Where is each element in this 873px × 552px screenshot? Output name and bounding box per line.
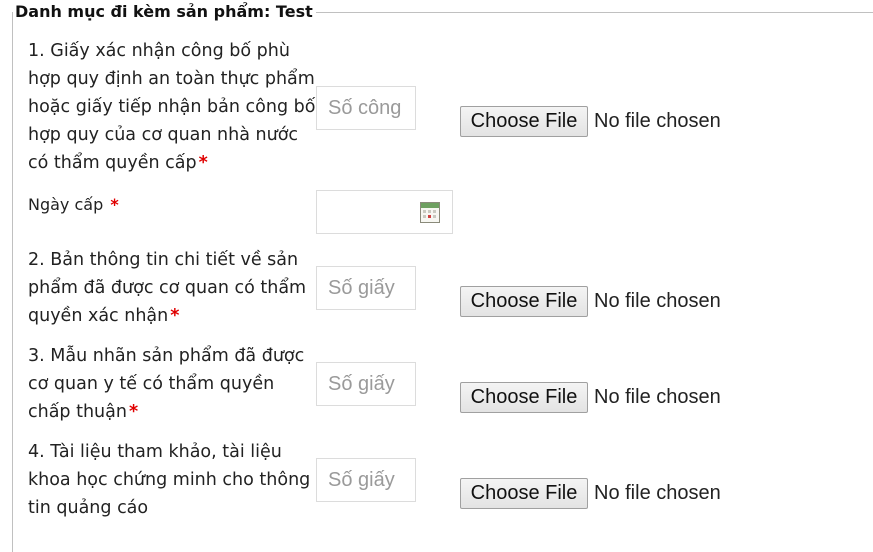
doc-3-label: 3. Mẫu nhãn sản phẩm đã được cơ quan y t… (28, 346, 305, 422)
required-marker: * (170, 306, 180, 326)
doc-3-number-input[interactable]: Số giấy (316, 362, 416, 406)
doc-4-choose-file-button[interactable]: Choose File (460, 478, 588, 509)
issue-date-label: Ngày cấp * (28, 195, 119, 214)
calendar-icon[interactable] (420, 202, 440, 223)
required-marker: * (128, 402, 139, 422)
doc-2-label: 2. Bản thông tin chi tiết về sản phẩm đã… (28, 250, 307, 326)
doc-1-choose-file-button[interactable]: Choose File (460, 106, 588, 137)
fieldset-legend: Danh mục đi kèm sản phẩm: Test (13, 2, 316, 22)
required-marker: * (198, 153, 208, 173)
doc-4-number-input[interactable]: Số giấy (316, 458, 416, 502)
issue-date-input[interactable] (316, 190, 453, 234)
doc-3-file-status: No file chosen (594, 386, 721, 408)
doc-4-file-status: No file chosen (594, 482, 721, 504)
required-marker: * (110, 195, 119, 214)
doc-1-label: 1. Giấy xác nhận công bố phù hợp quy địn… (28, 41, 316, 173)
doc-2-file-status: No file chosen (594, 290, 721, 312)
doc-2-number-input[interactable]: Số giấy (316, 266, 416, 310)
doc-4-label: 4. Tài liệu tham khảo, tài liệu khoa học… (28, 442, 311, 518)
doc-2-choose-file-button[interactable]: Choose File (460, 286, 588, 317)
doc-1-file-status: No file chosen (594, 110, 721, 132)
doc-1-number-input[interactable]: Số công (316, 86, 416, 130)
doc-3-choose-file-button[interactable]: Choose File (460, 382, 588, 413)
